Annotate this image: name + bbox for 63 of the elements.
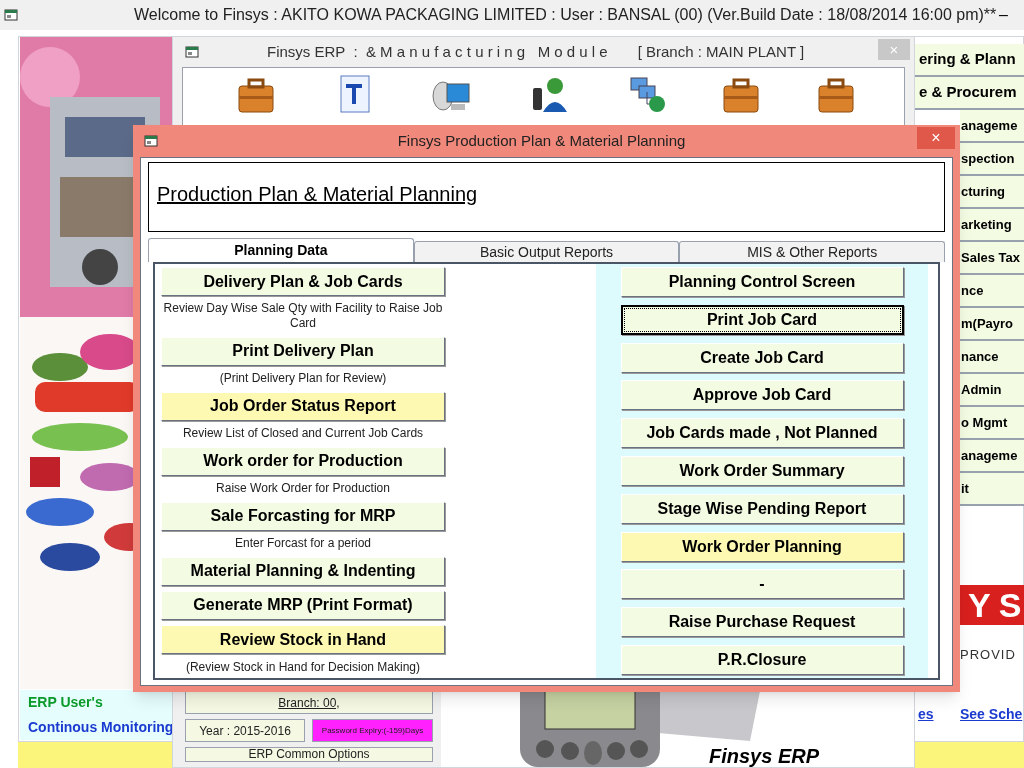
description-text: Review List of Closed and Current Job Cards (181, 426, 425, 442)
menu-item[interactable]: nce (960, 275, 1024, 308)
promo-text: Continous Monitoring (28, 718, 175, 737)
tab[interactable]: MIS & Other Reports (679, 241, 945, 262)
window-title: Welcome to Finsys : AKITO KOWA PACKAGING LIMITED : User : BANSAL (00) (Ver.Build Date : 18/08/2014 16:00 pm)** (134, 5, 997, 25)
common-options-button[interactable]: ERP Common Options (185, 747, 433, 762)
action-button[interactable]: Stage Wise Pending Report (620, 493, 904, 524)
form-heading: Production Plan & Material Planning (157, 182, 478, 207)
tagline-text: PROVID (960, 646, 1016, 664)
description-text: (Print Delivery Plan for Review) (218, 371, 388, 387)
menu-item[interactable]: o Mgmt (960, 407, 1024, 440)
branch-button[interactable]: Branch: 00, (185, 691, 433, 714)
action-button[interactable]: P.R.Closure (620, 644, 904, 675)
link[interactable]: es (918, 704, 934, 725)
menu-item[interactable]: nance (960, 341, 1024, 374)
action-button[interactable]: Print Delivery Plan (161, 336, 445, 366)
action-button[interactable]: Print Job Card (620, 304, 904, 335)
password-expiry-badge[interactable]: Password Expiry:(-159)Days (312, 719, 433, 742)
window-icon (185, 46, 199, 58)
window-icon (144, 135, 158, 147)
logo-banner: YS (960, 585, 1024, 625)
tab[interactable]: Planning Data (148, 238, 414, 262)
action-button[interactable]: Approve Job Card (620, 380, 904, 411)
action-button[interactable]: Sale Forcasting for MRP (161, 501, 445, 531)
action-button[interactable]: Planning Control Screen (620, 267, 904, 297)
action-button[interactable]: Review Stock in Hand (161, 625, 445, 655)
menu-item[interactable]: Sales Tax (960, 242, 1024, 275)
branch-label: [ Branch : MAIN PLANT ] (637, 41, 805, 62)
tab[interactable]: Basic Output Reports (413, 241, 680, 262)
year-button[interactable]: Year : 2015-2016 (185, 719, 305, 742)
action-button[interactable]: Generate MRP (Print Format) (161, 591, 445, 620)
link[interactable]: See Sche (960, 704, 1023, 725)
minimize-button[interactable]: – (999, 7, 1008, 23)
menu-item[interactable]: anageme (960, 110, 1024, 143)
menu-item[interactable]: spection (960, 143, 1024, 176)
action-button[interactable]: Work Order Planning (620, 531, 904, 562)
menu-item[interactable]: Admin (960, 374, 1024, 407)
action-button[interactable]: Create Job Card (620, 342, 904, 373)
action-button[interactable]: Material Planning & Indenting (161, 556, 445, 586)
action-button[interactable]: Work Order Summary (620, 456, 904, 486)
menu-item[interactable]: m(Payro (960, 308, 1024, 341)
menu-item[interactable]: arketing (960, 209, 1024, 242)
promo-text: ERP User's (28, 693, 104, 712)
window-icon (4, 9, 18, 21)
menu-item[interactable]: e & Procurem (915, 77, 1024, 110)
action-button[interactable]: Work order for Production (161, 446, 445, 476)
close-button[interactable]: × (917, 127, 955, 149)
product-name: Finsys ERP (709, 746, 820, 766)
action-button[interactable]: Raise Purchase Request (620, 607, 904, 638)
menu-item[interactable]: cturing (960, 176, 1024, 209)
action-button[interactable]: Job Order Status Report (161, 391, 445, 421)
menu-item[interactable]: it (960, 473, 1024, 506)
description-text: Review Day Wise Sale Qty with Facility to Raise Job Card (162, 301, 444, 332)
action-button[interactable]: Delivery Plan & Job Cards (161, 267, 445, 296)
menu-item[interactable]: ering & Plann (915, 44, 1024, 77)
action-button[interactable]: - (620, 569, 904, 600)
menu-item[interactable]: anageme (960, 440, 1024, 473)
description-text: (Review Stock in Hand for Decision Making) (184, 659, 422, 675)
window-title: Finsys ERP : & M a n u f a c t u r i n g M o d u l e (267, 41, 608, 62)
action-button[interactable]: Job Cards made , Not Planned (620, 418, 904, 449)
description-text: Enter Forcast for a period (233, 536, 373, 552)
description-text: Raise Work Order for Production (215, 481, 391, 497)
dialog-title: Finsys Production Plan & Material Planning (396, 130, 687, 151)
